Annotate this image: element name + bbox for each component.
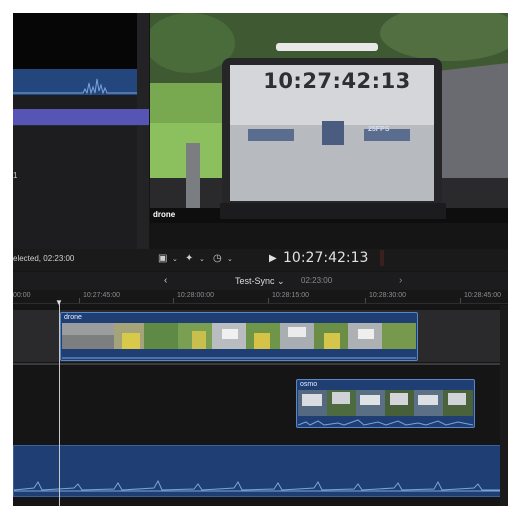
- clip-filmstrip: [62, 323, 416, 349]
- browser-scrollbar[interactable]: [137, 13, 149, 249]
- chevron-down-icon[interactable]: ⌄: [172, 255, 178, 263]
- ruler-label: 10:28:15:00: [272, 292, 309, 299]
- play-icon[interactable]: ▶: [269, 253, 277, 264]
- ruler-label: 00:00: [13, 292, 31, 299]
- ruler-label: 10:28:00:00: [177, 292, 214, 299]
- browser-row-number: 1: [13, 171, 18, 180]
- browser-selected-row[interactable]: [13, 109, 149, 125]
- chevron-down-icon[interactable]: ⌄: [227, 255, 233, 263]
- project-duration: 02:23:00: [301, 276, 333, 285]
- browser-clip-waveform[interactable]: [13, 69, 137, 95]
- scene-clock-text: 10:27:42:13: [263, 69, 411, 93]
- browser-waveform-icon: [13, 78, 137, 95]
- audio-meter: [380, 250, 384, 266]
- clip-filmstrip: [298, 390, 473, 416]
- timeline-scrollbar[interactable]: [500, 305, 508, 506]
- browser-panel: 1: [13, 13, 149, 249]
- timeline-back-button[interactable]: ‹: [164, 275, 167, 286]
- magic-wand-icon[interactable]: ✦: [185, 253, 193, 264]
- playhead[interactable]: [59, 303, 60, 506]
- ruler-tick: [173, 298, 174, 303]
- clip-waveform: [298, 419, 473, 426]
- browser-divider: [13, 125, 149, 126]
- ruler-label: 10:28:45:00: [464, 292, 501, 299]
- timeline-clip-drone[interactable]: drone: [60, 312, 418, 361]
- ruler-tick: [79, 298, 80, 303]
- clip-waveform: [62, 357, 416, 359]
- viewer-toolbar: [13, 249, 508, 271]
- ruler-tick: [268, 298, 269, 303]
- timecode-display[interactable]: 10:27:42:13: [283, 250, 368, 266]
- clip-label: osmo: [300, 381, 318, 388]
- chevron-down-icon[interactable]: ⌄: [199, 255, 205, 263]
- audio-waveform: [13, 479, 500, 492]
- ruler-label: 10:28:30:00: [369, 292, 406, 299]
- final-cut-window: 1 10:27:42:13 25FPS drone elected, 02:23…: [13, 13, 508, 506]
- storyline-divider: [13, 363, 508, 365]
- viewer-frame: [150, 13, 508, 223]
- ruler-tick: [365, 298, 366, 303]
- timeline-clip-osmo[interactable]: osmo: [296, 379, 475, 428]
- viewer: 10:27:42:13 25FPS drone: [150, 13, 508, 223]
- speed-icon[interactable]: ◷: [213, 253, 222, 264]
- ruler-label: 10:27:45:00: [83, 292, 120, 299]
- timeline-forward-button[interactable]: ›: [399, 275, 402, 286]
- selection-info: elected, 02:23:00: [13, 254, 75, 263]
- ruler-tick: [460, 298, 461, 303]
- timeline-audio-clip[interactable]: [13, 445, 501, 497]
- clip-label: drone: [64, 314, 82, 321]
- project-name-menu[interactable]: Test-Sync ⌄: [235, 276, 285, 287]
- browser-clip-thumbnail[interactable]: [13, 13, 137, 69]
- viewer-clip-name: drone: [153, 210, 176, 219]
- scene-fps-text: 25FPS: [368, 126, 390, 133]
- transform-icon[interactable]: ▣: [158, 253, 167, 264]
- playhead-handle-icon[interactable]: ▼: [55, 298, 63, 307]
